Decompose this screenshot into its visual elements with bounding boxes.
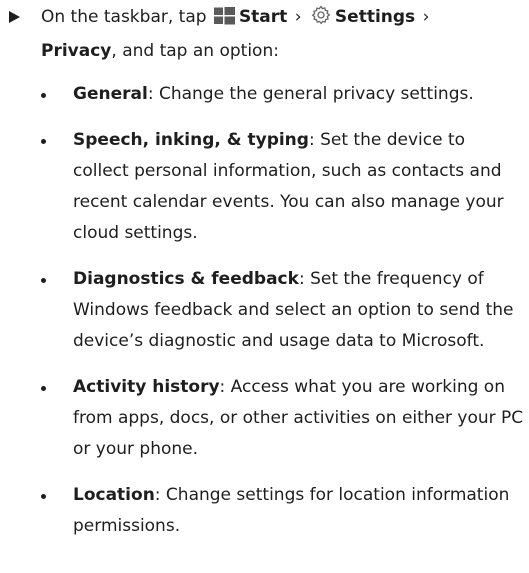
breadcrumb-separator: › xyxy=(422,7,430,27)
arrow-right-icon xyxy=(9,11,20,23)
list-item-location: Location: Change settings for location i… xyxy=(41,480,526,542)
windows-start-icon xyxy=(213,5,235,36)
option-term: Speech, inking, & typing xyxy=(73,130,309,150)
instruction-text: On the taskbar, tap Start › Settings › P… xyxy=(41,2,521,67)
list-item-diagnostics-feedback: Diagnostics & feedback: Set the frequenc… xyxy=(41,264,526,357)
bullet-icon xyxy=(41,139,46,144)
bullet-icon xyxy=(41,494,46,499)
option-term: Diagnostics & feedback xyxy=(73,269,299,289)
start-label: Start xyxy=(238,7,288,27)
privacy-options-list: General: Change the general privacy sett… xyxy=(41,79,526,557)
bullet-icon xyxy=(41,386,46,391)
list-item-speech-inking-typing: Speech, inking, & typing: Set the device… xyxy=(41,125,526,249)
option-term: General xyxy=(73,84,148,104)
breadcrumb-separator: › xyxy=(294,7,302,27)
list-item-activity-history: Activity history: Access what you are wo… xyxy=(41,372,526,465)
outro-text: , and tap an option: xyxy=(111,41,279,61)
privacy-instructions-page: On the taskbar, tap Start › Settings › P… xyxy=(0,0,529,573)
bullet-icon xyxy=(41,278,46,283)
intro-text: On the taskbar, tap xyxy=(41,7,207,27)
bullet-icon xyxy=(41,93,46,98)
list-item-general: General: Change the general privacy sett… xyxy=(41,79,526,110)
gear-icon xyxy=(311,5,331,36)
settings-label: Settings xyxy=(334,7,416,27)
option-term: Activity history xyxy=(73,377,220,397)
privacy-label: Privacy xyxy=(41,41,112,61)
option-term: Location xyxy=(73,485,155,505)
option-description: : Change the general privacy settings. xyxy=(147,84,474,104)
